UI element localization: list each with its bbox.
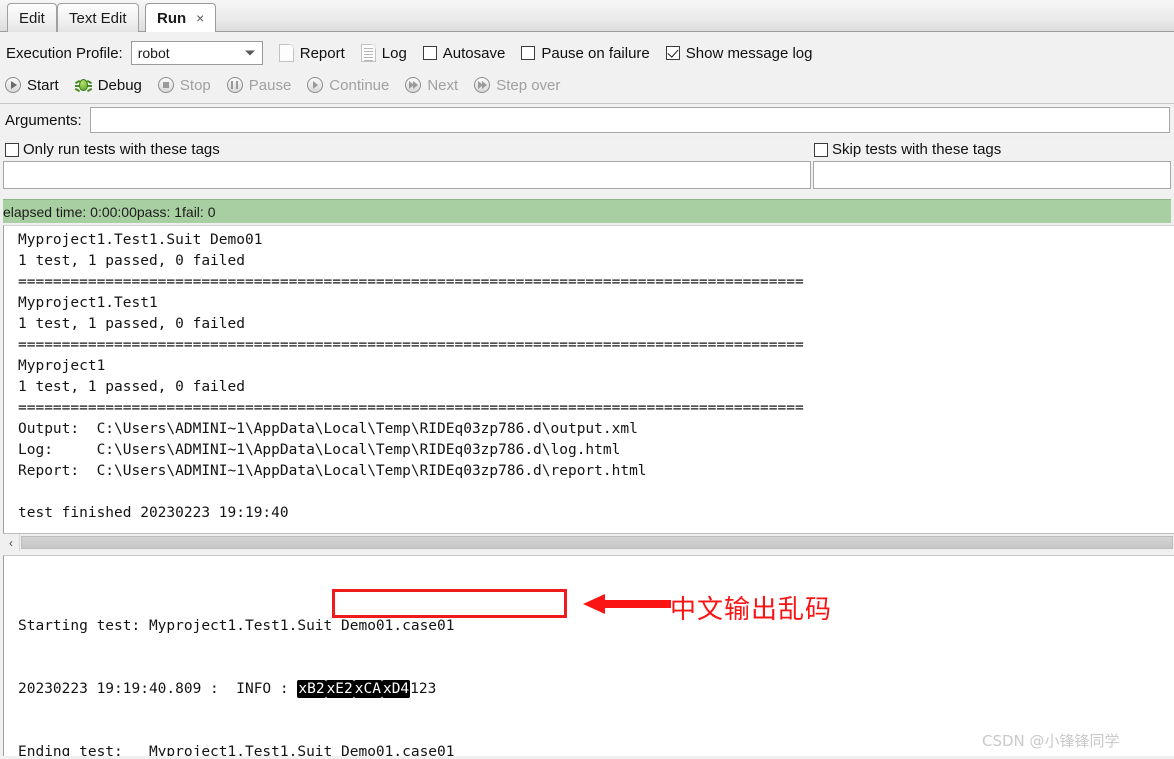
start-label: Start bbox=[27, 76, 59, 94]
message-log-text: Starting test: Myproject1.Test1.Suit Dem… bbox=[4, 556, 1174, 756]
pass-count-text: pass: 1 bbox=[136, 203, 183, 220]
console-horizontal-scrollbar[interactable]: ‹ bbox=[3, 533, 1174, 551]
message-log-panel[interactable]: Starting test: Myproject1.Test1.Suit Dem… bbox=[3, 555, 1174, 756]
only-run-tags-label: Only run tests with these tags bbox=[23, 141, 220, 158]
stop-icon bbox=[157, 77, 174, 93]
show-message-log-checkbox[interactable]: Show message log bbox=[665, 44, 813, 62]
next-button[interactable]: Next bbox=[405, 77, 458, 94]
log-label: Log bbox=[381, 44, 407, 62]
document-lines-icon bbox=[360, 44, 376, 62]
start-button[interactable]: Start bbox=[5, 77, 59, 94]
pause-icon bbox=[226, 77, 243, 93]
pause-on-failure-checkbox[interactable]: Pause on failure bbox=[521, 44, 650, 62]
tab-run[interactable]: Run × bbox=[145, 3, 217, 32]
tag-inputs-row bbox=[0, 161, 1174, 193]
execution-profile-value: robot bbox=[137, 45, 170, 61]
pause-on-failure-label: Pause on failure bbox=[541, 44, 650, 62]
only-run-tags-checkbox[interactable]: Only run tests with these tags bbox=[5, 141, 220, 158]
report-label: Report bbox=[299, 44, 345, 62]
execution-profile-label: Execution Profile: bbox=[6, 44, 123, 62]
tab-bar: Edit Text Edit Run × bbox=[0, 0, 1174, 32]
checkbox-box-icon bbox=[814, 142, 828, 157]
continue-label: Continue bbox=[329, 76, 390, 94]
skip-tags-label: Skip tests with these tags bbox=[832, 141, 1002, 158]
garbled-token-1: xB2 bbox=[297, 680, 326, 698]
close-icon[interactable]: × bbox=[196, 11, 204, 25]
chevron-down-icon bbox=[244, 50, 255, 56]
message-log-line-2: 20230223 19:19:40.809 : INFO : xB2 xE2 xCA… bbox=[18, 679, 1174, 700]
play-icon bbox=[5, 77, 21, 93]
tab-text-edit[interactable]: Text Edit bbox=[57, 3, 139, 32]
step-over-label: Step over bbox=[496, 76, 561, 94]
pause-button[interactable]: Pause bbox=[226, 76, 292, 94]
pause-label: Pause bbox=[248, 76, 292, 94]
checkbox-box-icon bbox=[521, 46, 536, 60]
only-run-tags-input[interactable] bbox=[3, 161, 811, 189]
autosave-checkbox[interactable]: Autosave bbox=[422, 44, 506, 62]
checkbox-box-icon bbox=[5, 142, 19, 157]
checkbox-box-icon bbox=[422, 46, 437, 60]
checkbox-checked-icon bbox=[665, 46, 680, 60]
tab-run-label: Run bbox=[157, 9, 187, 27]
stop-label: Stop bbox=[179, 76, 211, 94]
ride-run-tab-window: Edit Text Edit Run × Execution Profile: … bbox=[0, 0, 1174, 759]
run-toolbar: Execution Profile: robot Report Log Auto… bbox=[0, 32, 1174, 104]
tag-filters-row: Only run tests with these tags Skip test… bbox=[0, 138, 1174, 161]
document-icon bbox=[278, 44, 294, 62]
scroll-left-arrow-icon[interactable]: ‹ bbox=[3, 534, 20, 551]
arguments-label: Arguments: bbox=[5, 111, 82, 129]
tab-edit[interactable]: Edit bbox=[7, 3, 57, 32]
step-over-icon bbox=[474, 77, 491, 93]
message-log-line-2-suffix: 123 bbox=[410, 681, 437, 697]
scrollbar-thumb[interactable] bbox=[21, 536, 1173, 549]
tab-edit-label: Edit bbox=[19, 9, 45, 27]
annotation-arrow-icon bbox=[583, 594, 671, 614]
debug-button[interactable]: Debug bbox=[74, 76, 142, 94]
garbled-token-3: xCA bbox=[353, 680, 382, 698]
arguments-input[interactable] bbox=[89, 107, 1170, 133]
bug-icon bbox=[74, 77, 92, 93]
autosave-label: Autosave bbox=[442, 44, 506, 62]
annotation-text: 中文输出乱码 bbox=[670, 595, 833, 625]
skip-tags-checkbox[interactable]: Skip tests with these tags bbox=[814, 141, 1001, 158]
message-log-line-2-prefix: 20230223 19:19:40.809 : INFO : bbox=[18, 681, 298, 697]
toolbar-row-primary: Execution Profile: robot Report Log Auto… bbox=[0, 40, 1174, 66]
step-over-button[interactable]: Step over bbox=[474, 77, 560, 94]
show-message-log-label: Show message log bbox=[685, 44, 813, 62]
garbled-token-2: xE2 bbox=[325, 680, 354, 698]
elapsed-time-text: elapsed time: 0:00:00 bbox=[3, 203, 137, 220]
stop-button[interactable]: Stop bbox=[157, 76, 211, 94]
report-button[interactable]: Report bbox=[278, 44, 345, 62]
fail-count-text: fail: 0 bbox=[182, 203, 216, 220]
execution-profile-select[interactable]: robot bbox=[130, 41, 263, 65]
skip-tags-input[interactable] bbox=[813, 161, 1171, 189]
console-text: Myproject1.Test1.Suit Demo01 1 test, 1 p… bbox=[18, 232, 804, 521]
toolbar-row-controls: Start Debug Stop Pause Continue Next Ste… bbox=[0, 72, 1174, 98]
status-bar: elapsed time: 0:00:00 pass: 1 fail: 0 bbox=[3, 199, 1171, 223]
watermark-text: CSDN @小锋锋同学 bbox=[982, 732, 1120, 750]
message-log-line-1: Starting test: Myproject1.Test1.Suit Dem… bbox=[18, 618, 455, 634]
continue-button[interactable]: Continue bbox=[307, 77, 389, 94]
log-button[interactable]: Log bbox=[360, 44, 407, 62]
run-output-console[interactable]: Myproject1.Test1.Suit Demo01 1 test, 1 p… bbox=[3, 225, 1174, 533]
arguments-row: Arguments: bbox=[0, 104, 1174, 136]
garbled-token-4: xD4 bbox=[381, 680, 411, 698]
continue-play-icon bbox=[307, 77, 324, 93]
tab-text-edit-label: Text Edit bbox=[69, 9, 127, 27]
debug-label: Debug bbox=[97, 76, 142, 94]
next-icon bbox=[405, 77, 422, 93]
next-label: Next bbox=[427, 76, 459, 94]
